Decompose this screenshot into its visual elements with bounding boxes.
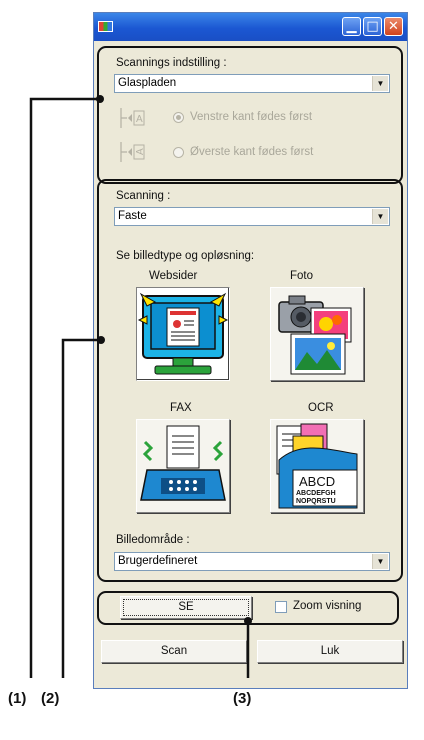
callout-dot-3 <box>244 617 252 625</box>
annotation-3: (3) <box>233 690 252 707</box>
annotation-2: (2) <box>41 690 60 707</box>
callout-line-2 <box>61 338 101 678</box>
callout-dot-1 <box>96 95 104 103</box>
annotation-1: (1) <box>8 690 27 707</box>
callout-dot-2 <box>97 336 105 344</box>
callout-lines <box>29 95 252 678</box>
callout-line-1 <box>29 97 100 678</box>
